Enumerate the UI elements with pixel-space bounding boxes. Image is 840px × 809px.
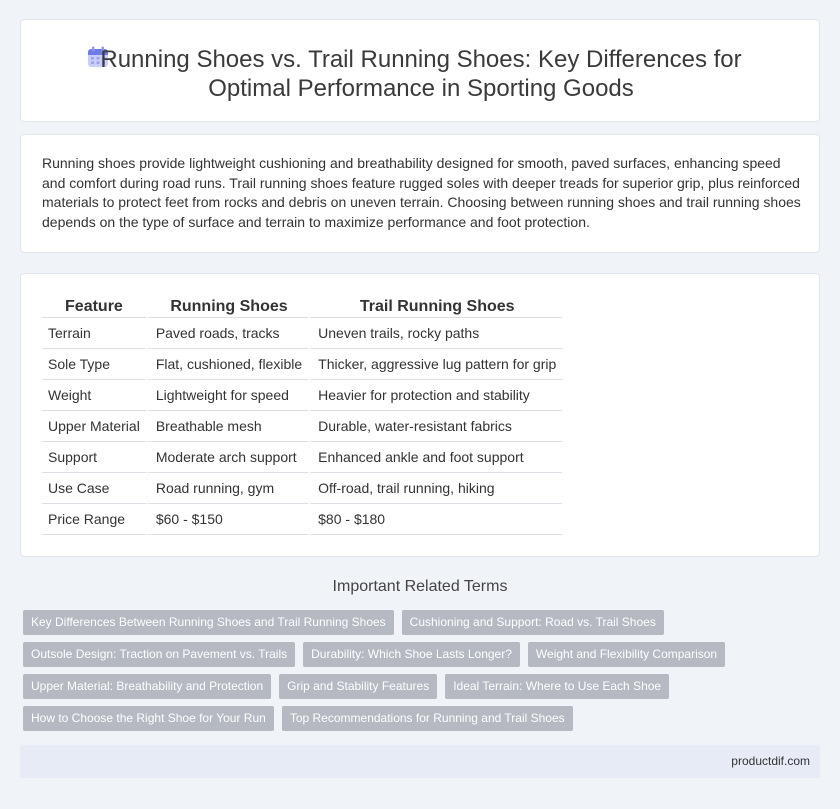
related-term-tag[interactable]: Top Recommendations for Running and Trai… — [281, 706, 573, 731]
table-cell: Uneven trails, rocky paths — [308, 318, 563, 349]
table-row: Price Range $60 - $150 $80 - $180 — [42, 504, 563, 535]
table-header-row: Feature Running Shoes Trail Running Shoe… — [42, 296, 563, 318]
page-title: Running Shoes vs. Trail Running Shoes: K… — [100, 46, 742, 102]
related-term-tag[interactable]: How to Choose the Right Shoe for Your Ru… — [23, 706, 274, 731]
table-cell: Sole Type — [42, 349, 146, 380]
table-cell: Heavier for protection and stability — [308, 380, 563, 411]
related-term-tag[interactable]: Durability: Which Shoe Lasts Longer? — [303, 642, 520, 667]
table-cell: Off-road, trail running, hiking — [308, 473, 563, 504]
table-cell: Road running, gym — [145, 473, 309, 504]
column-header: Trail Running Shoes — [308, 296, 563, 318]
table-cell: Thicker, aggressive lug pattern for grip — [308, 349, 563, 380]
table-cell: Breathable mesh — [145, 411, 309, 442]
table-row: Weight Lightweight for speed Heavier for… — [42, 380, 563, 411]
comparison-table: Feature Running Shoes Trail Running Shoe… — [42, 296, 563, 535]
related-term-tag[interactable]: Key Differences Between Running Shoes an… — [23, 610, 394, 635]
table-row: Terrain Paved roads, tracks Uneven trail… — [42, 318, 563, 349]
intro-text: Running shoes provide lightweight cushio… — [42, 155, 801, 230]
intro-card: Running shoes provide lightweight cushio… — [20, 134, 820, 253]
related-term-tag[interactable]: Weight and Flexibility Comparison — [527, 642, 726, 667]
related-term-tag[interactable]: Ideal Terrain: Where to Use Each Shoe — [445, 674, 670, 699]
table-cell: Paved roads, tracks — [145, 318, 309, 349]
table-cell: Moderate arch support — [145, 442, 309, 473]
table-cell: Lightweight for speed — [145, 380, 309, 411]
table-row: Upper Material Breathable mesh Durable, … — [42, 411, 563, 442]
table-row: Use Case Road running, gym Off-road, tra… — [42, 473, 563, 504]
footer: productdif.com — [20, 745, 820, 778]
table-cell: Durable, water-resistant fabrics — [308, 411, 563, 442]
table-row: Sole Type Flat, cushioned, flexible Thic… — [42, 349, 563, 380]
column-header: Running Shoes — [145, 296, 309, 318]
title-card: Running Shoes vs. Trail Running Shoes: K… — [20, 19, 820, 122]
footer-site-name: productdif.com — [731, 754, 810, 768]
table-cell: Enhanced ankle and foot support — [308, 442, 563, 473]
related-term-tag[interactable]: Grip and Stability Features — [279, 674, 438, 699]
table-cell: Support — [42, 442, 146, 473]
related-terms-heading: Important Related Terms — [332, 578, 508, 595]
table-cell: $60 - $150 — [145, 504, 309, 535]
table-cell: Flat, cushioned, flexible — [145, 349, 309, 380]
related-terms-list: Key Differences Between Running Shoes an… — [23, 610, 823, 738]
table-row: Support Moderate arch support Enhanced a… — [42, 442, 563, 473]
related-term-tag[interactable]: Cushioning and Support: Road vs. Trail S… — [401, 610, 664, 635]
related-term-tag[interactable]: Upper Material: Breathability and Protec… — [23, 674, 272, 699]
related-term-tag[interactable]: Outsole Design: Traction on Pavement vs.… — [23, 642, 296, 667]
table-cell: Terrain — [42, 318, 146, 349]
table-cell: $80 - $180 — [308, 504, 563, 535]
table-cell: Use Case — [42, 473, 146, 504]
table-cell: Weight — [42, 380, 146, 411]
table-cell: Upper Material — [42, 411, 146, 442]
comparison-card: Feature Running Shoes Trail Running Shoe… — [20, 273, 820, 557]
table-cell: Price Range — [42, 504, 146, 535]
column-header: Feature — [42, 296, 146, 318]
